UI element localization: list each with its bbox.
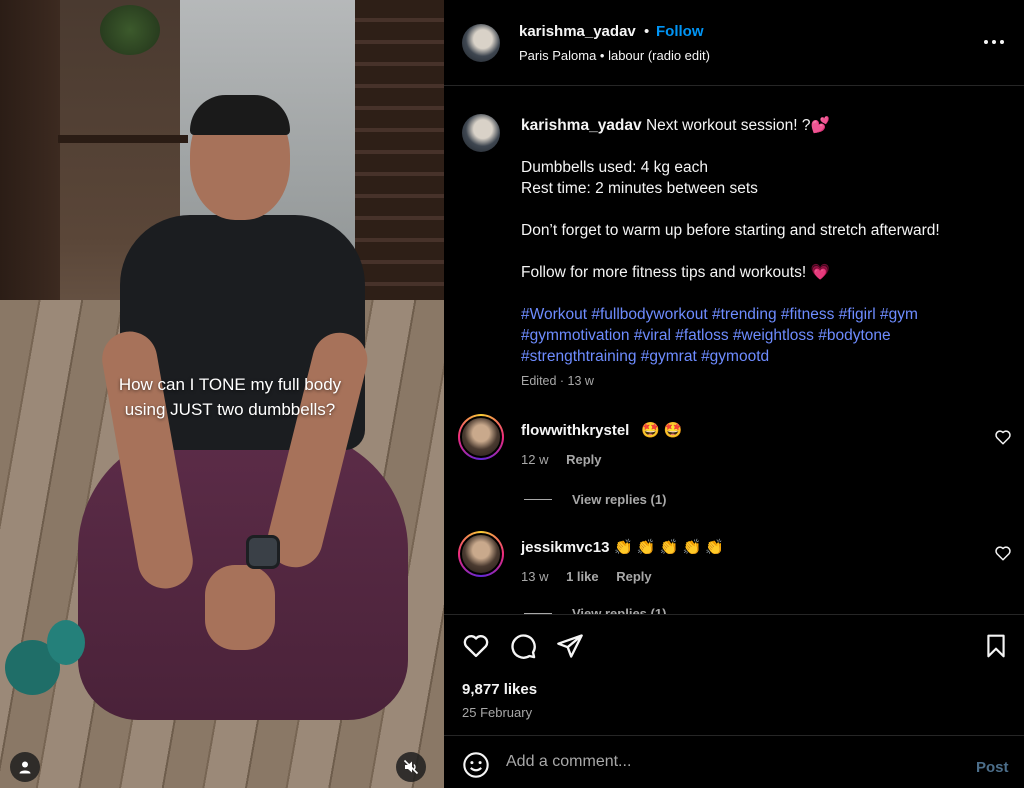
view-replies-button[interactable]: View replies (1) [524, 606, 666, 614]
dumbbell [5, 620, 85, 695]
save-button[interactable] [982, 632, 1010, 660]
author-username[interactable]: karishma_yadav [519, 23, 636, 40]
video-caption-line: How can I TONE my full body [118, 375, 342, 394]
follow-button[interactable]: Follow [656, 23, 704, 40]
caption-first-line: Next workout session! ?💕 [645, 117, 830, 134]
caption-author-avatar[interactable] [462, 114, 500, 152]
commenter-avatar[interactable] [458, 531, 504, 577]
like-button[interactable] [462, 632, 490, 660]
comment-like-icon[interactable] [994, 428, 1012, 446]
background-wall [0, 0, 60, 330]
comment-username[interactable]: flowwithkrystel [521, 422, 629, 439]
headband [190, 95, 290, 135]
background-plant [100, 5, 160, 55]
caption-hashtags[interactable]: #Workout #fullbodyworkout #trending #fit… [521, 304, 1001, 367]
post-header: karishma_yadav • Follow Paris Paloma • l… [444, 0, 1024, 86]
post-side-panel: karishma_yadav • Follow Paris Paloma • l… [444, 0, 1024, 788]
caption-line: Don’t forget to warm up before starting … [521, 222, 940, 239]
comment-input[interactable] [506, 747, 946, 777]
post-comment-button[interactable]: Post [976, 759, 1009, 776]
comment-like-count[interactable]: 1 like [566, 569, 599, 584]
caption-line: Follow for more fitness tips and workout… [521, 264, 830, 281]
post-video[interactable]: How can I TONE my full body using JUST t… [0, 0, 444, 788]
comment-meta: 13 w 1 like Reply [521, 569, 666, 584]
comment-reply-button[interactable]: Reply [566, 452, 601, 467]
comment-button[interactable] [509, 632, 537, 660]
commenter-avatar[interactable] [458, 414, 504, 460]
view-replies-label: View replies (1) [572, 492, 667, 507]
post-caption: karishma_yadav Next workout session! ?💕 … [521, 115, 1001, 367]
share-button[interactable] [556, 632, 584, 660]
caption-line: Dumbbells used: 4 kg each [521, 159, 708, 176]
heart-icon [463, 634, 489, 658]
comment-username[interactable]: jessikmvc13 [521, 539, 609, 556]
post-actions-bar: 9,877 likes 25 February [444, 614, 1024, 736]
more-options-button[interactable] [982, 30, 1006, 54]
comment-time: 13 w [521, 569, 549, 584]
caption-meta: Edited · 13 w [521, 374, 594, 388]
view-replies-button[interactable]: View replies (1) [524, 492, 666, 507]
paper-plane-icon [557, 634, 583, 658]
smartwatch [246, 535, 280, 569]
background-paneling [355, 0, 444, 340]
post-date: 25 February [462, 705, 533, 720]
person-hands [205, 565, 275, 650]
comment-like-icon[interactable] [994, 544, 1012, 562]
caption-line: Rest time: 2 minutes between sets [521, 180, 758, 197]
comment-text: 🤩 🤩 [641, 422, 683, 439]
view-replies-label: View replies (1) [572, 606, 667, 614]
mute-button[interactable] [396, 752, 426, 782]
caption-username[interactable]: karishma_yadav [521, 117, 642, 134]
comments-section[interactable]: karishma_yadav Next workout session! ?💕 … [444, 87, 1024, 614]
bookmark-icon [987, 634, 1005, 658]
emoji-icon[interactable] [462, 751, 490, 779]
author-avatar[interactable] [462, 24, 500, 62]
comment-text: 👏 👏 👏 👏 👏 [614, 539, 725, 556]
comment-time: 12 w [521, 452, 549, 467]
comment-reply-button[interactable]: Reply [616, 569, 651, 584]
comment-bubble-icon [511, 634, 536, 659]
speaker-muted-icon [403, 759, 419, 775]
add-comment-bar: Post [444, 737, 1024, 788]
comment-meta: 12 w Reply [521, 452, 616, 467]
video-caption-line: using JUST two dumbbells? [124, 400, 336, 419]
more-horizontal-icon [984, 40, 1004, 44]
audio-track-link[interactable]: Paris Paloma • labour (radio edit) [519, 48, 710, 63]
like-count[interactable]: 9,877 likes [462, 681, 537, 698]
background-shelf [58, 135, 188, 143]
header-separator: • [644, 23, 650, 40]
user-icon [19, 761, 31, 774]
tagged-users-button[interactable] [10, 752, 40, 782]
video-caption-overlay: How can I TONE my full body using JUST t… [80, 372, 380, 422]
